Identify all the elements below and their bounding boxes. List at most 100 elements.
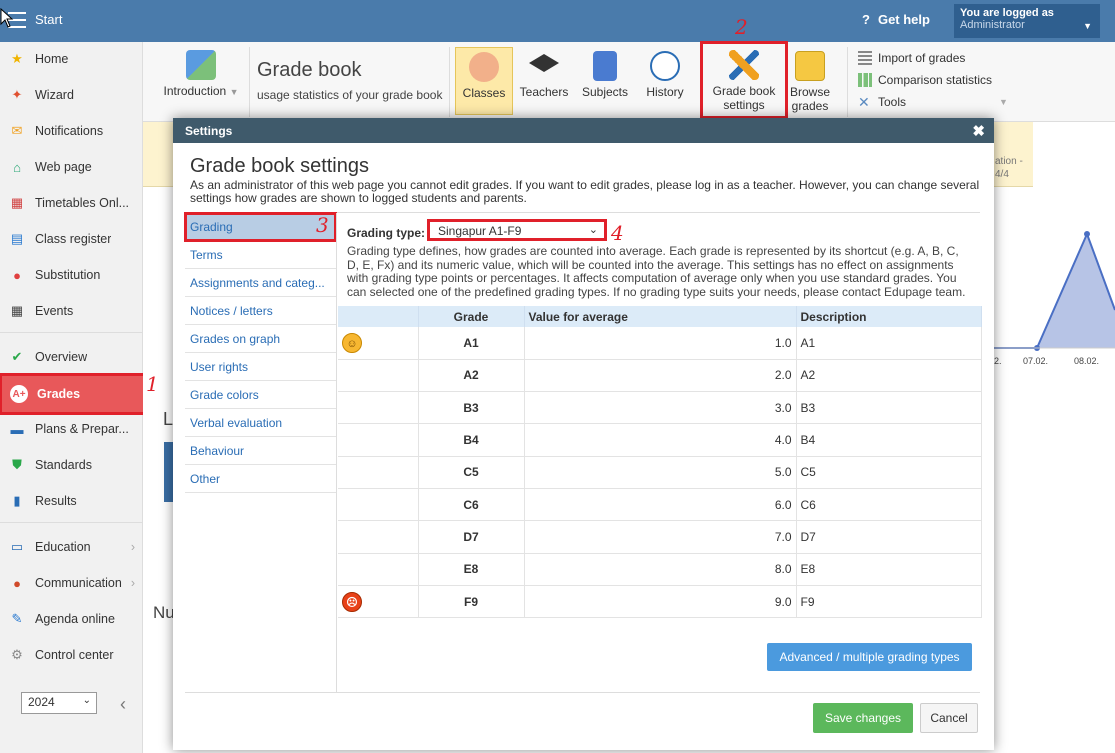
- sidebar-divider: [0, 332, 143, 333]
- introduction-button[interactable]: Introduction ▼: [161, 50, 241, 98]
- background-banner-text: ation - 4/4: [995, 155, 1033, 187]
- subjects-button[interactable]: Subjects: [575, 51, 635, 99]
- chevron-down-icon: ⌄: [588, 224, 598, 236]
- sidebar-item-label: Web page: [35, 160, 92, 174]
- save-changes-button[interactable]: Save changes: [813, 703, 913, 733]
- value-cell: 3.0: [524, 391, 797, 425]
- sidebar-item-label: Grades: [37, 387, 81, 401]
- menu-item-terms[interactable]: Terms: [185, 241, 336, 269]
- sidebar-item-substitution[interactable]: ● Substitution: [0, 258, 143, 292]
- sidebar-item-events[interactable]: ▦ Events: [0, 294, 143, 328]
- import-label: Import of grades: [878, 51, 966, 65]
- menu-item-grading[interactable]: Grading: [184, 212, 337, 242]
- sidebar-item-notifications[interactable]: ✉ Notifications: [0, 114, 143, 148]
- menu-item-assignments[interactable]: Assignments and categ...: [185, 269, 336, 297]
- background-table-header: [164, 442, 173, 502]
- column-header: Grade: [418, 306, 525, 327]
- bar-chart-icon: ▮: [13, 493, 21, 508]
- sidebar-item-control-center[interactable]: ⚙ Control center: [0, 638, 143, 672]
- column-header: Value for average: [524, 306, 797, 327]
- help-label: Get help: [877, 12, 930, 27]
- sidebar-item-label: Standards: [35, 458, 92, 472]
- menu-item-user-rights[interactable]: User rights: [185, 353, 336, 381]
- history-label: History: [646, 85, 684, 99]
- grade-cell: D7: [418, 520, 525, 554]
- browse-label-line1: Browse: [789, 85, 830, 99]
- close-icon[interactable]: ✖: [972, 122, 985, 140]
- sidebar-item-class-register[interactable]: ▤ Class register: [0, 222, 143, 256]
- pencil-ruler-icon: [729, 50, 759, 80]
- menu-item-notices[interactable]: Notices / letters: [185, 297, 336, 325]
- help-button[interactable]: ? Get help: [862, 12, 930, 27]
- sidebar-item-standards[interactable]: ⛊ Standards: [0, 448, 143, 482]
- tools-menu[interactable]: ✕ Tools ▼: [858, 95, 1008, 109]
- sidebar-item-grades[interactable]: A+ Grades: [0, 373, 146, 415]
- user-menu[interactable]: You are logged as Administrator ▼: [954, 4, 1100, 38]
- sidebar-item-timetables[interactable]: ▦ Timetables Onl...: [0, 186, 143, 220]
- sidebar-item-agenda-online[interactable]: ✎ Agenda online: [0, 602, 143, 636]
- sidebar-item-overview[interactable]: ✔ Overview: [0, 340, 143, 374]
- sidebar-item-home[interactable]: ★ Home: [0, 42, 143, 76]
- divider: [185, 692, 980, 693]
- menu-item-other[interactable]: Other: [185, 465, 336, 493]
- import-of-grades-link[interactable]: Import of grades: [858, 51, 965, 65]
- top-bar: Start ? Get help You are logged as Admini…: [0, 0, 1115, 42]
- sidebar-item-label: Home: [35, 52, 69, 66]
- sidebar-item-plans[interactable]: ▬ Plans & Prepar...: [0, 412, 143, 446]
- grade-book-toolbar: Introduction ▼ Grade book usage statisti…: [143, 41, 1115, 122]
- description-cell: A2: [796, 359, 982, 393]
- collapse-sidebar-icon[interactable]: ‹: [120, 694, 126, 715]
- chart-tick-label: 2.: [994, 356, 1002, 366]
- table-row: B4 4.0 B4: [338, 423, 982, 457]
- chevron-down-icon: ⌄: [82, 695, 91, 706]
- face-cell: ☺: [338, 327, 419, 360]
- face-cell: [338, 423, 419, 457]
- sidebar-item-communication[interactable]: ● Communication ›: [0, 566, 143, 600]
- sidebar-item-label: Notifications: [35, 124, 104, 138]
- sidebar-item-web-page[interactable]: ⌂ Web page: [0, 150, 143, 184]
- sidebar-item-education[interactable]: ▭ Education ›: [0, 530, 143, 564]
- face-cell: [338, 456, 419, 489]
- menu-item-grades-on-graph[interactable]: Grades on graph: [185, 325, 336, 353]
- sidebar-divider: [0, 522, 143, 523]
- browse-label-line2: grades: [791, 99, 829, 113]
- toolbar-divider: [847, 47, 848, 117]
- menu-item-verbal-evaluation[interactable]: Verbal evaluation: [185, 409, 336, 437]
- teachers-button[interactable]: Teachers: [517, 51, 571, 99]
- calendar-icon: ▦: [10, 303, 24, 318]
- annotation-number: 3: [316, 213, 329, 237]
- history-button[interactable]: History: [639, 51, 691, 99]
- sidebar-item-label: Control center: [35, 648, 114, 662]
- browse-grades-button[interactable]: Browse grades: [787, 51, 833, 113]
- menu-item-behaviour[interactable]: Behaviour: [185, 437, 336, 465]
- face-cell: [338, 359, 419, 393]
- table-row: ☺ A1 1.0 A1: [338, 327, 982, 360]
- classes-button[interactable]: Classes: [455, 47, 513, 115]
- grade-book-settings-button[interactable]: Grade book settings: [700, 41, 788, 119]
- description-cell: D7: [796, 520, 982, 554]
- comparison-statistics-link[interactable]: Comparison statistics: [858, 73, 992, 87]
- menu-item-grade-colors[interactable]: Grade colors: [185, 381, 336, 409]
- cancel-button[interactable]: Cancel: [920, 703, 978, 733]
- sidebar-item-wizard[interactable]: ✦ Wizard: [0, 78, 143, 112]
- question-icon: ?: [862, 12, 870, 27]
- face-cell: ☹: [338, 585, 419, 619]
- grade-cell: F9: [418, 585, 525, 619]
- background-chart: 2. 07.02. 08.02.: [994, 231, 1115, 366]
- angry-face-icon: ☹: [342, 591, 362, 612]
- description-cell: E8: [796, 553, 982, 586]
- start-link[interactable]: Start: [35, 12, 62, 27]
- description-cell: C6: [796, 488, 982, 522]
- face-cell: [338, 553, 419, 586]
- grading-type-select[interactable]: Singapur A1-F9 ⌄: [427, 219, 607, 241]
- year-select[interactable]: 2024 ⌄: [21, 692, 97, 714]
- page-subtitle: usage statistics of your grade book: [257, 88, 443, 102]
- sidebar-item-results[interactable]: ▮ Results: [0, 484, 143, 518]
- grade-cell: A2: [418, 359, 525, 393]
- register-icon: ▤: [10, 231, 24, 246]
- folder-icon: [795, 51, 825, 81]
- plans-icon: ▬: [10, 421, 24, 437]
- advanced-grading-types-button[interactable]: Advanced / multiple grading types: [767, 643, 972, 671]
- dialog-title: Grade book settings: [190, 155, 369, 177]
- description-cell: B3: [796, 391, 982, 425]
